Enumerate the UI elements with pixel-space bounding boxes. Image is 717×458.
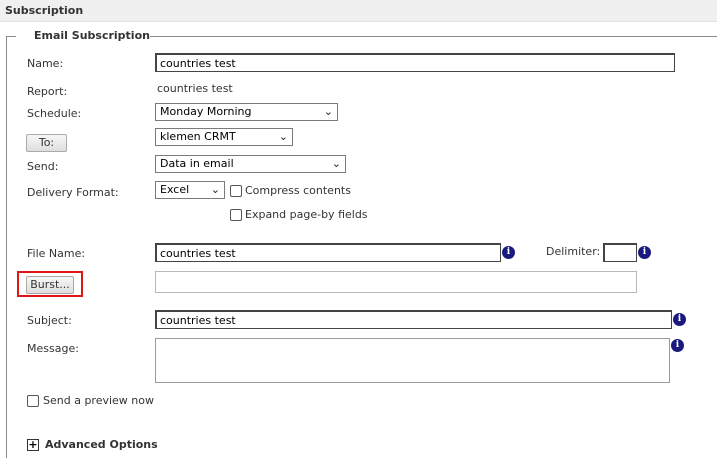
info-icon[interactable]: i (673, 313, 686, 326)
delivery-format-label: Delivery Format: (27, 186, 119, 199)
fieldset-border-left (6, 36, 16, 37)
schedule-select[interactable]: Monday Morning ⌄ (155, 103, 338, 121)
schedule-label: Schedule: (27, 107, 82, 120)
panel-header: Subscription (0, 0, 717, 22)
expand-advanced-icon[interactable]: + (27, 439, 39, 451)
info-icon[interactable]: i (638, 246, 651, 259)
compress-contents-checkbox[interactable] (230, 185, 242, 197)
delivery-format-select-value: Excel (160, 183, 190, 196)
recipient-select-value: klemen CRMT (160, 130, 236, 143)
delimiter-label: Delimiter: (546, 245, 601, 258)
chevron-down-icon: ⌄ (210, 183, 220, 196)
compress-contents-label: Compress contents (245, 184, 351, 197)
send-preview-label: Send a preview now (43, 394, 154, 407)
file-name-input[interactable] (155, 243, 501, 262)
delivery-format-select[interactable]: Excel ⌄ (155, 181, 225, 199)
info-icon[interactable]: i (671, 339, 684, 352)
info-icon[interactable]: i (502, 246, 515, 259)
delimiter-input[interactable] (603, 243, 637, 262)
file-name-label: File Name: (27, 247, 86, 260)
fieldset-border-right (150, 36, 717, 37)
chevron-down-icon: ⌄ (323, 105, 333, 118)
message-textarea[interactable] (155, 338, 670, 383)
recipient-select[interactable]: klemen CRMT ⌄ (155, 128, 293, 146)
subject-input[interactable] (155, 310, 672, 329)
fieldset-legend: Email Subscription (34, 29, 150, 42)
burst-input[interactable] (155, 271, 637, 293)
name-label: Name: (27, 57, 64, 70)
send-select-value: Data in email (160, 157, 234, 170)
name-input[interactable] (155, 53, 675, 72)
subject-label: Subject: (27, 314, 72, 327)
chevron-down-icon: ⌄ (278, 130, 288, 143)
send-preview-checkbox[interactable] (27, 395, 39, 407)
send-label: Send: (27, 160, 59, 173)
send-select[interactable]: Data in email ⌄ (155, 155, 346, 173)
expand-page-by-label: Expand page-by fields (245, 208, 368, 221)
message-label: Message: (27, 342, 79, 355)
schedule-select-value: Monday Morning (160, 105, 252, 118)
advanced-options-link[interactable]: Advanced Options (45, 438, 158, 451)
burst-button[interactable]: Burst... (26, 276, 74, 294)
panel-title: Subscription (5, 4, 84, 17)
fieldset-border-vertical (6, 36, 7, 458)
chevron-down-icon: ⌄ (331, 157, 341, 170)
to-button[interactable]: To: (26, 134, 67, 152)
report-label: Report: (27, 85, 68, 98)
report-value: countries test (157, 82, 233, 95)
expand-page-by-checkbox[interactable] (230, 209, 242, 221)
